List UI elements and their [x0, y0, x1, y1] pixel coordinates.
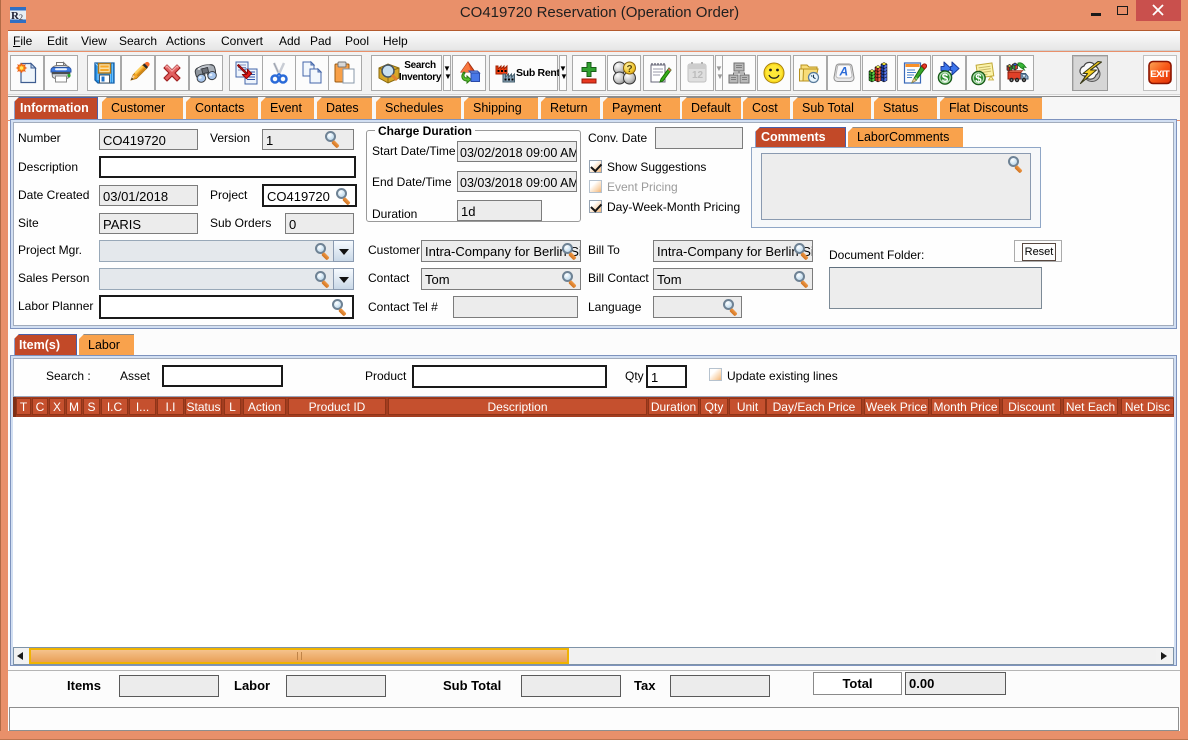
svg-text:EXIT: EXIT: [1150, 69, 1170, 80]
svg-text:?: ?: [627, 64, 633, 75]
svg-text:A: A: [839, 65, 849, 79]
svg-text:12: 12: [692, 70, 704, 81]
svg-text:$: $: [975, 73, 982, 85]
svg-text:$: $: [942, 73, 949, 85]
